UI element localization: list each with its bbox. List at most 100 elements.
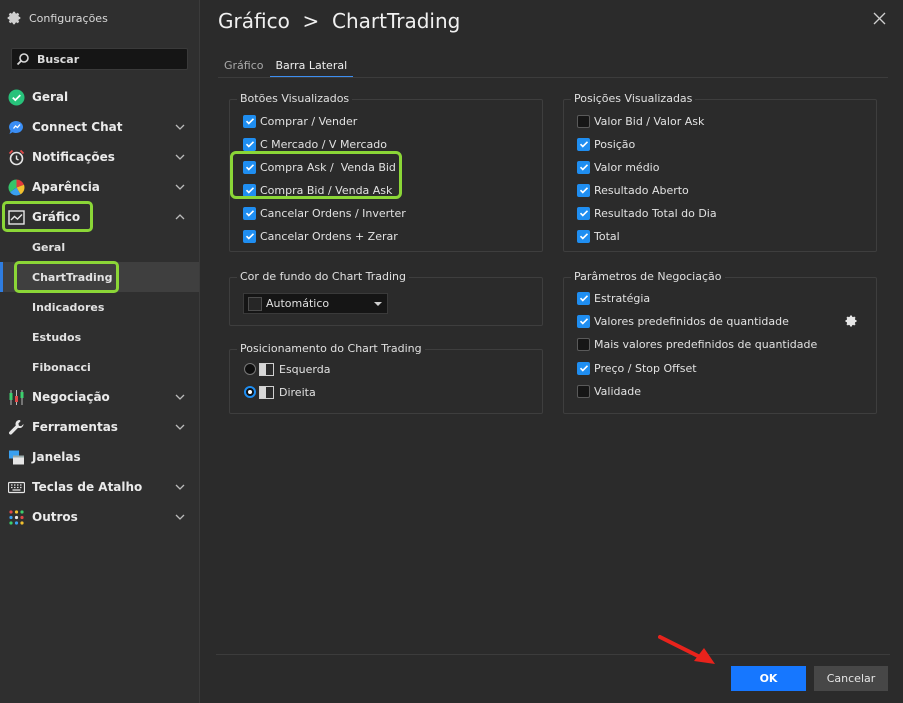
group-title: Parâmetros de Negociação: [571, 270, 725, 283]
sidebar-item-connect-chat[interactable]: Connect Chat: [0, 112, 199, 142]
checkbox[interactable]: [577, 114, 590, 128]
sidebar-item-negociacao[interactable]: Negociação: [0, 382, 199, 412]
search-box[interactable]: [11, 48, 188, 70]
checkmark-icon: [245, 118, 254, 125]
checkbox-label: Posição: [594, 137, 636, 151]
cancel-button[interactable]: Cancelar: [814, 666, 888, 691]
checkmark-icon: [245, 141, 254, 148]
checkbox-row[interactable]: Validade: [577, 382, 641, 400]
checkbox-row[interactable]: Valores predefinidos de quantidade: [577, 312, 789, 330]
sidebar-item-label: Gráfico: [32, 210, 81, 224]
background-color-select[interactable]: Automático: [243, 293, 388, 314]
checkbox-label: Resultado Total do Dia: [594, 206, 717, 220]
sidebar-subitem-estudos[interactable]: Estudos: [0, 322, 199, 352]
sidebar-nav: Geral Connect Chat Notificações Aparênci…: [0, 82, 199, 532]
group-title: Cor de fundo do Chart Trading: [237, 270, 409, 283]
checkbox[interactable]: [577, 183, 590, 197]
sidebar-item-ferramentas[interactable]: Ferramentas: [0, 412, 199, 442]
alarm-clock-icon: [8, 149, 25, 166]
checkbox-row[interactable]: Cancelar Ordens / Inverter: [243, 204, 406, 222]
chart-icon: [8, 209, 25, 226]
checkmark-icon: [579, 233, 588, 240]
sidebar-subitem-label: Fibonacci: [32, 360, 91, 374]
checkbox[interactable]: [243, 183, 256, 197]
sidebar-subitem-label: Indicadores: [32, 300, 105, 314]
checkbox-row[interactable]: C Mercado / V Mercado: [243, 135, 387, 153]
checkbox-row[interactable]: Cancelar Ordens + Zerar: [243, 227, 398, 245]
checkbox-row[interactable]: Resultado Total do Dia: [577, 204, 717, 222]
chevron-down-icon[interactable]: [175, 122, 185, 132]
tab-barra-lateral[interactable]: Barra Lateral: [269, 56, 354, 78]
checkbox[interactable]: [243, 229, 256, 243]
search-input[interactable]: [37, 52, 177, 66]
chevron-down-icon[interactable]: [175, 422, 185, 432]
checkbox-row[interactable]: Valor médio: [577, 158, 659, 176]
sidebar-item-janelas[interactable]: Janelas: [0, 442, 199, 472]
chevron-down-icon[interactable]: [175, 182, 185, 192]
checkmark-icon: [245, 187, 254, 194]
checkbox-row[interactable]: Mais valores predefinidos de quantidade: [577, 335, 817, 353]
radio-button[interactable]: [244, 386, 256, 398]
checkbox-row[interactable]: Compra Ask / Venda Bid: [243, 158, 396, 176]
close-icon[interactable]: [873, 12, 886, 25]
checkmark-icon: [579, 141, 588, 148]
sidebar-item-grafico[interactable]: Gráfico: [0, 202, 199, 232]
sidebar-item-notificacoes[interactable]: Notificações: [0, 142, 199, 172]
checkbox[interactable]: [577, 160, 590, 174]
checkbox[interactable]: [577, 384, 590, 398]
checkbox[interactable]: [243, 206, 256, 220]
checkmark-icon: [579, 295, 588, 302]
checkmark-icon: [579, 365, 588, 372]
radio-row-esquerda[interactable]: Esquerda: [244, 360, 330, 378]
color-wheel-icon: [8, 179, 25, 196]
checkbox-row[interactable]: Comprar / Vender: [243, 112, 357, 130]
tab-grafico[interactable]: Gráfico: [218, 56, 270, 78]
sidebar-header: Configurações: [6, 8, 108, 28]
checkbox-row[interactable]: Posição: [577, 135, 635, 153]
radio-row-direita[interactable]: Direita: [244, 383, 316, 401]
chevron-down-icon[interactable]: [175, 152, 185, 162]
group-title: Posicionamento do Chart Trading: [237, 342, 425, 355]
checkbox[interactable]: [577, 229, 590, 243]
radio-button[interactable]: [244, 363, 256, 375]
sidebar-subitem-indicadores[interactable]: Indicadores: [0, 292, 199, 322]
checkbox-row[interactable]: Estratégia: [577, 289, 650, 307]
checkbox[interactable]: [243, 137, 256, 151]
sidebar-item-geral[interactable]: Geral: [0, 82, 199, 112]
checkbox[interactable]: [577, 291, 590, 305]
sidebar-subitem-geral[interactable]: Geral: [0, 232, 199, 262]
chevron-down-icon[interactable]: [175, 512, 185, 522]
checkmark-icon: [245, 210, 254, 217]
checkbox-row[interactable]: Total: [577, 227, 620, 245]
buttons-group: Botões Visualizados Comprar / Vender C M…: [229, 92, 543, 252]
checkbox[interactable]: [243, 160, 256, 174]
checkbox-label: Cancelar Ordens + Zerar: [260, 229, 398, 243]
checkbox[interactable]: [577, 314, 590, 328]
checkbox-label: Compra Bid / Venda Ask: [260, 183, 393, 197]
wrench-icon: [8, 419, 25, 436]
sidebar-subitem-fibonacci[interactable]: Fibonacci: [0, 352, 199, 382]
checkbox[interactable]: [577, 337, 590, 351]
sidebar-item-teclas-de-atalho[interactable]: Teclas de Atalho: [0, 472, 199, 502]
checkbox-row[interactable]: Preço / Stop Offset: [577, 359, 697, 377]
checkbox-row[interactable]: Compra Bid / Venda Ask: [243, 181, 392, 199]
sidebar-item-outros[interactable]: Outros: [0, 502, 199, 532]
chevron-down-icon[interactable]: [175, 392, 185, 402]
chevron-down-icon[interactable]: [175, 482, 185, 492]
checkbox[interactable]: [577, 137, 590, 151]
ok-button[interactable]: OK: [731, 666, 806, 691]
checkbox-row[interactable]: Valor Bid / Valor Ask: [577, 112, 704, 130]
radio-label: Esquerda: [279, 362, 331, 376]
checkmark-icon: [579, 318, 588, 325]
sidebar-item-aparencia[interactable]: Aparência: [0, 172, 199, 202]
checkbox[interactable]: [243, 114, 256, 128]
checkbox[interactable]: [577, 361, 590, 375]
sidebar-subitem-charttrading[interactable]: ChartTrading: [0, 262, 199, 292]
gear-icon[interactable]: [844, 314, 858, 328]
footer-divider: [216, 654, 890, 655]
chevron-up-icon[interactable]: [175, 212, 185, 222]
checkbox-row[interactable]: Resultado Aberto: [577, 181, 689, 199]
positioning-group: Posicionamento do Chart Trading Esquerda…: [229, 342, 543, 414]
checkbox[interactable]: [577, 206, 590, 220]
sidebar-item-label: Outros: [32, 510, 78, 524]
